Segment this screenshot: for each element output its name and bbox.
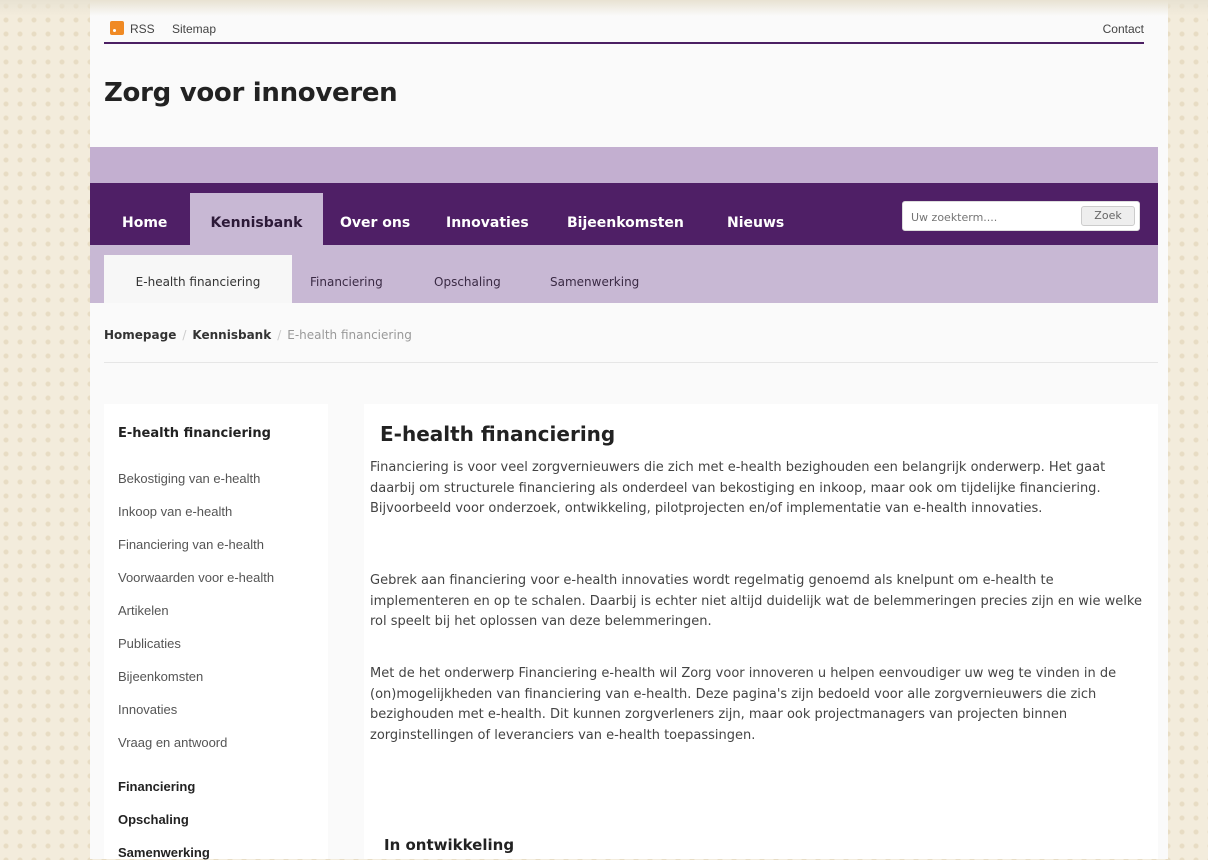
paragraph: Financiering is voor veel zorgvernieuwer… [370,460,1106,516]
paragraph: Gebrek aan financiering voor e-health in… [370,573,1142,629]
search-input[interactable] [909,207,1073,227]
divider [104,362,1158,363]
nav-kennisbank[interactable]: Kennisbank [190,193,323,245]
breadcrumb-separator: / [182,328,187,342]
page-title: E-health financiering [380,422,616,446]
search-button[interactable]: Zoek [1081,206,1135,226]
utility-bar: RSS Sitemap Contact [104,18,1144,44]
subnav-opschaling[interactable]: Opschaling [434,275,501,289]
rss-link[interactable]: RSS [130,22,155,36]
sidebar-item[interactable]: Innovaties [118,702,177,717]
sub-nav: E-health financiering Financiering Opsch… [90,245,1158,303]
subnav-financiering[interactable]: Financiering [310,275,383,289]
nav-nieuws[interactable]: Nieuws [727,215,784,231]
nav-over-ons[interactable]: Over ons [340,215,410,231]
breadcrumb-separator: / [277,328,282,342]
breadcrumb-kennisbank[interactable]: Kennisbank [192,328,271,342]
sitemap-link[interactable]: Sitemap [172,22,216,36]
rss-icon[interactable] [110,21,124,35]
nav-bijeenkomsten[interactable]: Bijeenkomsten [567,215,684,231]
sidebar-item[interactable]: Artikelen [118,603,169,618]
section-heading: In ontwikkeling [384,836,515,854]
main-nav: Home Kennisbank Over ons Innovaties Bije… [90,183,1158,245]
header-band [90,147,1158,183]
site-title[interactable]: Zorg voor innoveren [104,78,398,108]
sidebar-section-financiering[interactable]: Financiering [118,779,195,794]
sidebar-item[interactable]: Publicaties [118,636,181,651]
sidebar-item[interactable]: Voorwaarden voor e-health [118,570,274,585]
paragraph: Met de het onderwerp Financiering e-heal… [370,666,1117,743]
sidebar-item[interactable]: Inkoop van e-health [118,504,232,519]
subnav-samenwerking[interactable]: Samenwerking [550,275,639,289]
sidebar-section-opschaling[interactable]: Opschaling [118,812,189,827]
sidebar-item[interactable]: Bekostiging van e-health [118,471,260,486]
breadcrumb: Homepage / Kennisbank / E-health financierin… [104,328,412,342]
sidebar-item[interactable]: Vraag en antwoord [118,735,227,750]
sidebar-item[interactable]: Bijeenkomsten [118,669,203,684]
breadcrumb-current: E-health financiering [287,328,412,342]
nav-innovaties[interactable]: Innovaties [446,215,529,231]
sidebar: E-health financiering Bekostiging van e-… [104,404,328,860]
sidebar-item[interactable]: Financiering van e-health [118,537,264,552]
sidebar-section-samenwerking[interactable]: Samenwerking [118,845,210,860]
subnav-active-label: E-health financiering [135,275,261,289]
contact-link[interactable]: Contact [1103,22,1144,36]
main-content: E-health financiering Financiering is vo… [364,404,1158,859]
nav-kennisbank-label: Kennisbank [210,215,303,231]
sidebar-heading[interactable]: E-health financiering [118,426,271,441]
nav-home[interactable]: Home [122,215,167,231]
breadcrumb-homepage[interactable]: Homepage [104,328,176,342]
top-shadow [0,0,1208,16]
search-box: Zoek [902,201,1140,231]
subnav-e-health-financiering[interactable]: E-health financiering [104,255,292,303]
